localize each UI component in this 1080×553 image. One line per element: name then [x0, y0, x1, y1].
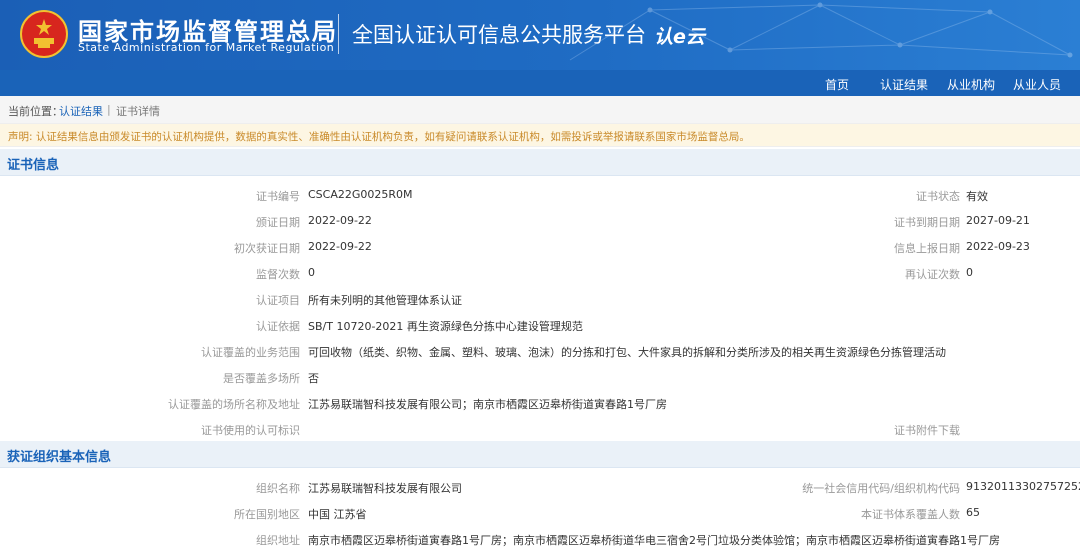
org-info-title: 获证组织基本信息: [7, 450, 112, 465]
field-value: 2022-09-22: [308, 214, 372, 227]
field-value: 可回收物（纸类、织物、金属、塑料、玻璃、泡沫）的分拣和打包、大件家具的拆解和分类…: [308, 346, 946, 359]
field-value: CSCA22G0025R0M: [308, 188, 413, 201]
field-value: SB/T 10720-2021 再生资源绿色分拣中心建设管理规范: [308, 320, 583, 333]
cert-row: 颁证日期 2022-09-22 证书到期日期 2027-09-21: [0, 209, 1080, 235]
field-label: 证书状态: [916, 190, 960, 203]
field-label: 认证依据: [256, 320, 300, 333]
platform-logo: 认e云: [654, 26, 705, 48]
header-divider: [338, 14, 339, 54]
breadcrumb-prefix: 当前位置：: [8, 105, 63, 118]
field-label: 是否覆盖多场所: [223, 372, 300, 385]
field-label: 组织地址: [256, 534, 300, 547]
org-row: 所在国别地区 中国 江苏省 本证书体系覆盖人数 65: [0, 501, 1080, 527]
field-label: 监督次数: [256, 268, 300, 281]
cert-row: 认证覆盖的场所名称及地址 江苏易联瑞智科技发展有限公司；南京市栖霞区迈皋桥街道寅…: [0, 391, 1080, 417]
field-label: 再认证次数: [905, 268, 960, 281]
org-row: 组织名称 江苏易联瑞智科技发展有限公司 统一社会信用代码/组织机构代码 9132…: [0, 475, 1080, 501]
org-name-en: State Administration for Market Regulati…: [78, 41, 335, 54]
nav-institutions[interactable]: 从业机构: [947, 76, 995, 93]
field-value: 否: [308, 372, 319, 385]
field-label: 本证书体系覆盖人数: [861, 508, 960, 521]
field-label: 初次获证日期: [234, 242, 300, 255]
field-label: 信息上报日期: [894, 242, 960, 255]
nav-cert-results[interactable]: 认证结果: [880, 76, 928, 93]
field-value: 2022-09-22: [308, 240, 372, 253]
breadcrumb-cert-detail: 证书详情: [116, 105, 160, 118]
field-value: 0: [308, 266, 315, 279]
field-value: 2027-09-21: [966, 214, 1030, 227]
field-label: 组织名称: [256, 482, 300, 495]
attachment-download-link[interactable]: 证书附件下载: [660, 422, 960, 438]
main-nav: 首页 认证结果 从业机构 从业人员: [0, 70, 1080, 96]
field-value: 所有未列明的其他管理体系认证: [308, 294, 462, 307]
field-label: 证书到期日期: [894, 216, 960, 229]
cert-row: 监督次数 0 再认证次数 0: [0, 261, 1080, 287]
cert-row: 认证覆盖的业务范围 可回收物（纸类、织物、金属、塑料、玻璃、泡沫）的分拣和打包、…: [0, 339, 1080, 365]
site-banner: 国家市场监督管理总局 State Administration for Mark…: [0, 0, 1080, 70]
field-label: 所在国别地区: [234, 508, 300, 521]
field-label: 认证项目: [256, 294, 300, 307]
field-value: 有效: [966, 190, 988, 203]
field-label: 证书使用的认可标识: [201, 424, 300, 437]
field-label: 认证覆盖的场所名称及地址: [168, 398, 300, 411]
breadcrumb: 当前位置： 认证结果 | 证书详情: [0, 96, 1080, 123]
cert-row: 是否覆盖多场所 否: [0, 365, 1080, 391]
disclaimer-bar: 声明: 认证结果信息由颁发证书的认证机构提供，数据的真实性、准确性由认证机构负责…: [0, 123, 1080, 147]
field-value: 91320113302757252G: [966, 480, 1080, 493]
nav-home[interactable]: 首页: [825, 76, 849, 93]
field-value: 0: [966, 266, 973, 279]
national-emblem-icon: [20, 10, 68, 58]
platform-title: 全国认证认可信息公共服务平台: [352, 23, 646, 47]
field-value: 江苏易联瑞智科技发展有限公司；南京市栖霞区迈皋桥街道寅春路1号厂房: [308, 398, 667, 411]
cert-row: 初次获证日期 2022-09-22 信息上报日期 2022-09-23: [0, 235, 1080, 261]
org-info-section-header: 获证组织基本信息: [0, 441, 1080, 468]
field-label: 颁证日期: [256, 216, 300, 229]
cert-row: 认证项目 所有未列明的其他管理体系认证: [0, 287, 1080, 313]
cert-row: 认证依据 SB/T 10720-2021 再生资源绿色分拣中心建设管理规范: [0, 313, 1080, 339]
nav-practitioners[interactable]: 从业人员: [1013, 76, 1061, 93]
cert-info-title: 证书信息: [7, 158, 60, 173]
org-row: 组织地址 南京市栖霞区迈皋桥街道寅春路1号厂房；南京市栖霞区迈皋桥街道华电三宿舍…: [0, 527, 1080, 553]
cert-row: 证书使用的认可标识 证书附件下载: [0, 417, 1080, 443]
field-value: 65: [966, 506, 980, 519]
field-value: 江苏易联瑞智科技发展有限公司: [308, 482, 462, 495]
disclaimer-text: 声明: 认证结果信息由颁发证书的认证机构提供，数据的真实性、准确性由认证机构负责…: [8, 131, 750, 143]
cert-row: 证书编号 CSCA22G0025R0M 证书状态 有效: [0, 183, 1080, 209]
field-label: 统一社会信用代码/组织机构代码: [802, 482, 960, 495]
breadcrumb-cert-results[interactable]: 认证结果: [59, 103, 103, 119]
field-label: 认证覆盖的业务范围: [201, 346, 300, 359]
field-value: 南京市栖霞区迈皋桥街道寅春路1号厂房；南京市栖霞区迈皋桥街道华电三宿舍2号门垃圾…: [308, 534, 1000, 547]
cert-info-section-header: 证书信息: [0, 149, 1080, 176]
breadcrumb-divider: |: [107, 103, 111, 116]
field-label: 证书编号: [256, 190, 300, 203]
field-value: 中国 江苏省: [308, 508, 367, 521]
field-value: 2022-09-23: [966, 240, 1030, 253]
